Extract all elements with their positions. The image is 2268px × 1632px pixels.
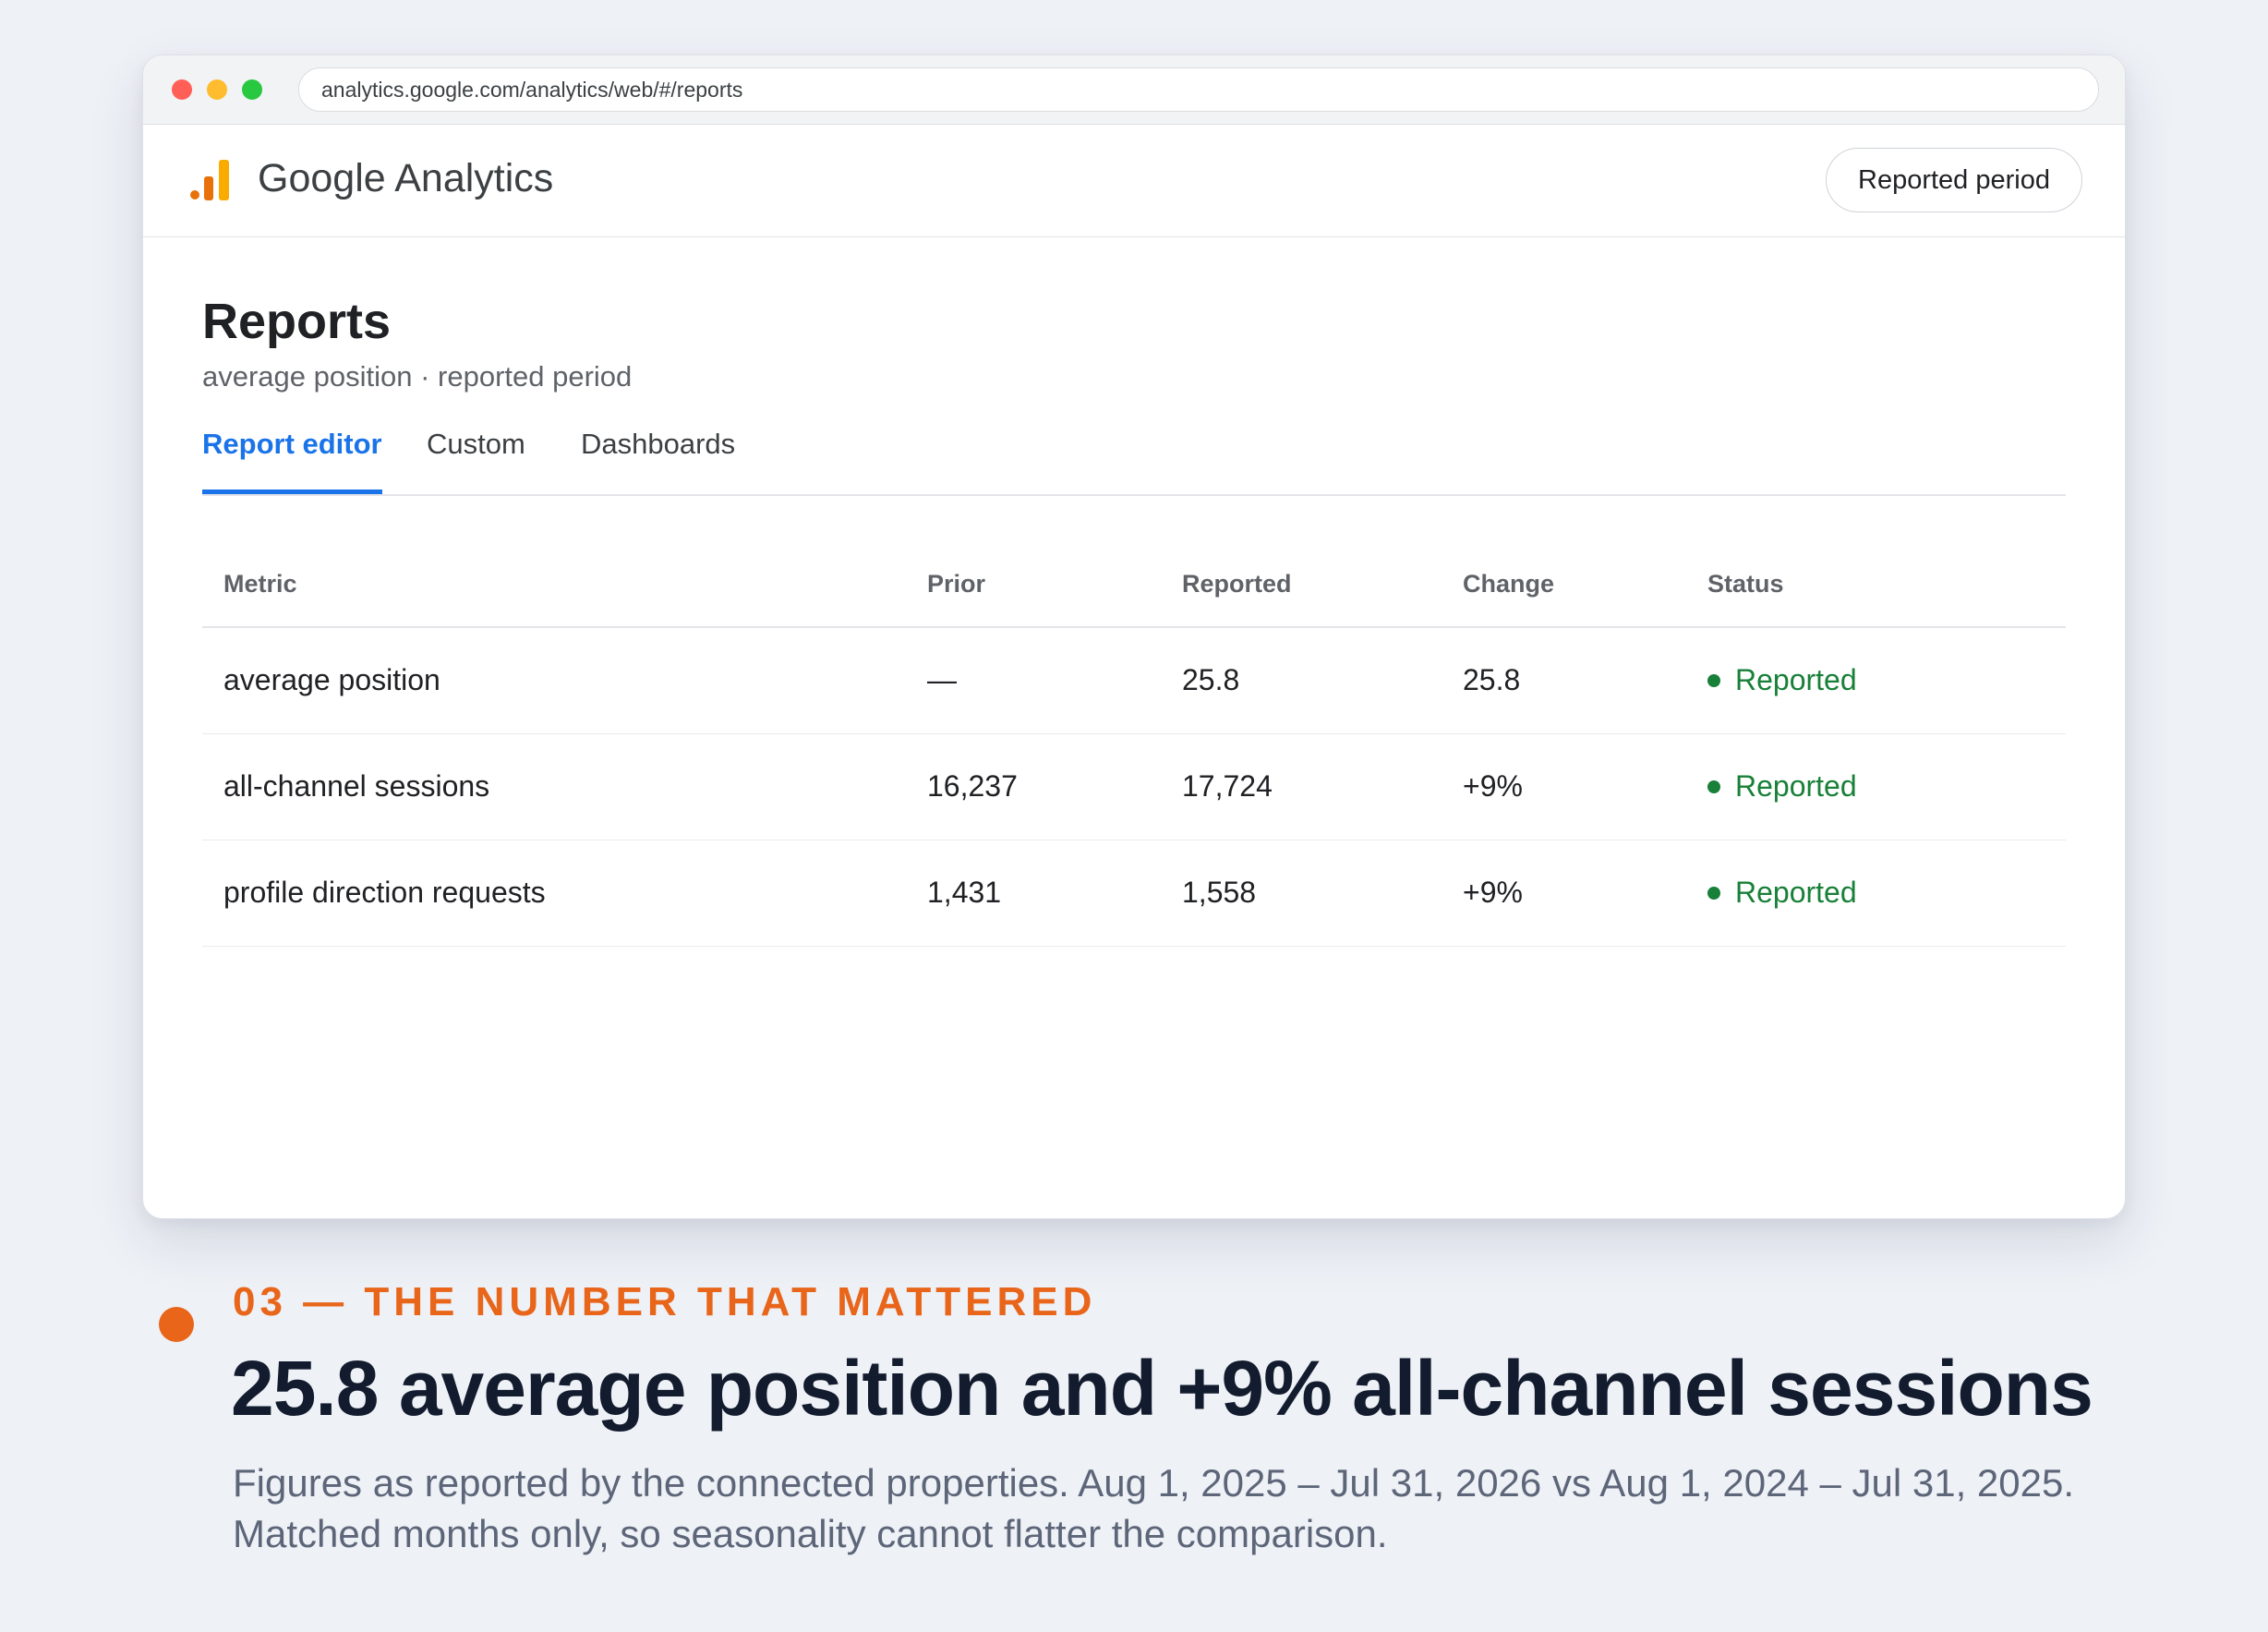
metric-link[interactable]: profile direction requests [202, 840, 927, 947]
status-label: Reported [1735, 876, 1857, 909]
column-header-reported[interactable]: Reported [1182, 542, 1463, 628]
reported-period-button[interactable]: Reported period [1826, 148, 2082, 212]
reported-value: 25.8 [1182, 627, 1463, 734]
table-row[interactable]: profile direction requests 1,431 1,558 +… [202, 840, 2066, 947]
analytics-logo-icon [190, 160, 229, 200]
reported-value: 1,558 [1182, 840, 1463, 947]
metric-link[interactable]: average position [202, 627, 927, 734]
metrics-table: Metric Prior Reported Change Status aver… [202, 542, 2066, 947]
table-row[interactable]: all-channel sessions 16,237 17,724 +9% R… [202, 733, 2066, 840]
status-dot-icon [1707, 780, 1720, 793]
table-row[interactable]: average position — 25.8 25.8 Reported [202, 627, 2066, 734]
change-value: +9% [1463, 840, 1707, 947]
column-header-status[interactable]: Status [1707, 542, 2066, 628]
status-cell: Reported [1707, 840, 2066, 947]
status-badge: Reported [1707, 769, 2066, 804]
browser-window: analytics.google.com/analytics/web/#/rep… [142, 54, 2126, 1219]
status-cell: Reported [1707, 627, 2066, 734]
status-label: Reported [1735, 663, 1857, 697]
caption-body: Figures as reported by the connected pro… [233, 1461, 2075, 1555]
tab-custom[interactable]: Custom [427, 428, 525, 494]
page-title: Reports [202, 294, 392, 349]
caption-headline: 25.8 average position and +9% all-channe… [231, 1345, 2093, 1432]
status-badge: Reported [1707, 876, 2066, 910]
status-dot-icon [1707, 673, 1720, 687]
metric-link[interactable]: all-channel sessions [202, 733, 927, 840]
app-title: Google Analytics [258, 156, 554, 200]
prior-value: 16,237 [927, 733, 1182, 840]
status-dot-icon [1707, 886, 1720, 900]
app-header: Google Analytics Reported period [143, 125, 2125, 237]
change-value: 25.8 [1463, 627, 1707, 734]
maximize-window-button[interactable] [242, 79, 262, 100]
close-window-button[interactable] [172, 79, 192, 100]
prior-value: 1,431 [927, 840, 1182, 947]
caption-eyebrow: 03 — THE NUMBER THAT MATTERED [233, 1279, 1097, 1324]
prior-value: — [927, 627, 1182, 734]
change-value: +9% [1463, 733, 1707, 840]
minimize-window-button[interactable] [207, 79, 227, 100]
report-tabs: Report editor Custom Dashboards [202, 422, 2066, 496]
column-header-metric[interactable]: Metric [202, 542, 927, 628]
status-cell: Reported [1707, 733, 2066, 840]
address-bar-url: analytics.google.com/analytics/web/#/rep… [321, 77, 743, 102]
table-header-row: Metric Prior Reported Change Status [202, 542, 2066, 628]
tab-dashboards[interactable]: Dashboards [581, 428, 735, 494]
browser-chrome: analytics.google.com/analytics/web/#/rep… [143, 55, 2125, 125]
reported-value: 17,724 [1182, 733, 1463, 840]
column-header-prior[interactable]: Prior [927, 542, 1182, 628]
column-header-change[interactable]: Change [1463, 542, 1707, 628]
caption-bullet-icon [159, 1307, 194, 1342]
address-bar[interactable]: analytics.google.com/analytics/web/#/rep… [298, 67, 2099, 112]
status-label: Reported [1735, 769, 1857, 803]
tab-report-editor[interactable]: Report editor [202, 428, 382, 494]
page-subtitle: average position · reported period [202, 360, 633, 393]
status-badge: Reported [1707, 663, 2066, 697]
